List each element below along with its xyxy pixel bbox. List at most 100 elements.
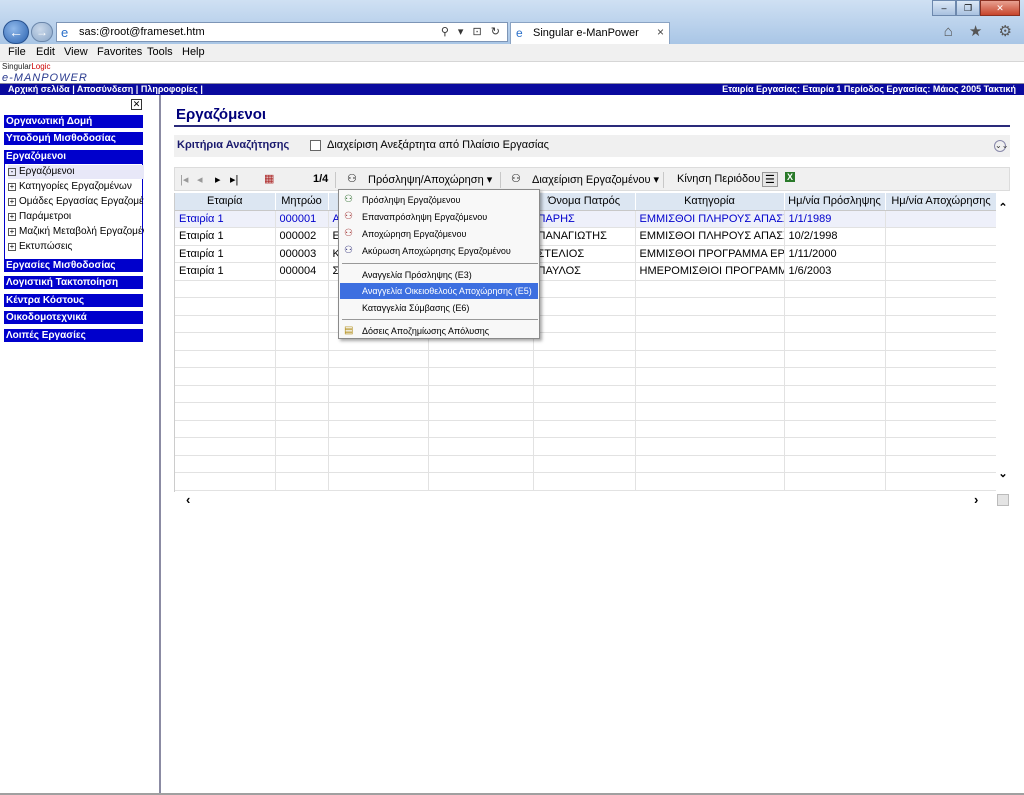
table-header-row: Εταιρία Μητρώο Όνομα Πατρός Κατηγορία Ημ… <box>175 193 996 211</box>
menu-item-leave[interactable]: ⚇ Αποχώρηση Εργαζόμενου <box>340 226 538 242</box>
hire-leave-menu-button[interactable]: Πρόσληψη/Αποχώρηση ▾ <box>368 173 492 186</box>
forward-button[interactable]: → <box>31 22 53 42</box>
minimize-button[interactable]: – <box>932 0 956 16</box>
sidebar-close-icon[interactable]: ✕ <box>131 99 142 110</box>
scroll-right-icon[interactable]: › <box>974 492 978 507</box>
menu-help[interactable]: Help <box>182 46 205 58</box>
menu-item-hire[interactable]: ⚇ Πρόσληψη Εργαζόμενου <box>340 192 538 208</box>
table-row[interactable]: Εταιρία 1 000001 Α ΠΑΡΗΣ ΕΜΜΙΣΘΟΙ ΠΛΗΡΟΥΣ ΑΠ… <box>175 210 996 228</box>
maximize-button[interactable]: ❐ <box>956 0 980 16</box>
sidebar-section-cost-centers[interactable]: Κέντρα Κόστους <box>4 294 143 307</box>
menu-item-severance[interactable]: ▤ Δόσεις Αποζημίωσης Απόλυσης <box>340 323 538 339</box>
menu-item-cancel-leave[interactable]: ⚇ Ακύρωση Αποχώρησης Εργαζομένου <box>340 243 538 259</box>
table-row[interactable]: Εταιρία 1 000004 Σ ΠΑΥΛΟΣ ΗΜΕΡΟΜΙΣΘΙΟΙ ΠΡΟΓΡ… <box>175 262 996 281</box>
expand-icon[interactable]: + <box>8 243 16 251</box>
table-row[interactable] <box>175 332 996 351</box>
excel-export-icon[interactable]: X <box>785 172 796 182</box>
first-page-icon[interactable]: |◂ <box>180 173 188 186</box>
prev-page-icon[interactable]: ◂ <box>197 173 203 186</box>
table-row[interactable] <box>175 367 996 386</box>
calendar-icon[interactable]: ▦ <box>264 172 274 185</box>
period-list-icon[interactable]: ☰ <box>762 172 778 187</box>
column-header[interactable]: Εταιρία <box>175 193 276 211</box>
close-window-button[interactable]: ✕ <box>980 0 1020 16</box>
collapse-icon[interactable]: - <box>8 168 16 176</box>
sidebar-section-accounting[interactable]: Λογιστική Τακτοποίηση <box>4 276 143 289</box>
table-cell <box>328 385 429 403</box>
menu-edit[interactable]: Edit <box>36 46 55 58</box>
table-row[interactable]: Εταιρία 1 000002 Ε ΠΑΝΑΓΙΩΤΗΣ ΕΜΜΙΣΘΟΙ ΠΛΗΡΟ… <box>175 227 996 246</box>
table-row[interactable] <box>175 385 996 403</box>
sidebar-item-prints[interactable]: + Εκτυπώσεις <box>8 240 144 254</box>
menu-item-e6[interactable]: Καταγγελία Σύμβασης (Ε6) <box>340 300 538 316</box>
browser-tab[interactable]: e Singular e-ManPower × <box>510 22 670 44</box>
tab-close-icon[interactable]: × <box>657 25 664 39</box>
home-favorites-tools-icons[interactable]: ⌂ ★ ⚙ <box>944 22 1018 40</box>
sidebar-section-other[interactable]: Λοιπές Εργασίες <box>4 329 143 342</box>
vertical-scrollbar[interactable]: ⌃ ⌄ <box>996 193 1010 492</box>
table-row[interactable] <box>175 297 996 316</box>
table-row[interactable] <box>175 402 996 421</box>
sidebar-section-construction[interactable]: Οικοδομοτεχνικά <box>4 311 143 324</box>
table-cell: ΠΑΡΗΣ <box>533 210 636 228</box>
expand-icon[interactable]: + <box>8 183 16 191</box>
column-header[interactable]: Ημ/νία Αποχώρησης <box>885 193 996 211</box>
table-cell: Εταιρία 1 <box>175 245 276 263</box>
table-cell <box>428 385 534 403</box>
table-cell <box>784 472 886 491</box>
search-criteria-label[interactable]: Κριτήρια Αναζήτησης <box>177 139 289 151</box>
period-move-label[interactable]: Κίνηση Περιόδου <box>677 173 760 185</box>
sidebar-section-org[interactable]: Οργανωτική Δομή <box>4 115 143 128</box>
table-row[interactable] <box>175 472 996 491</box>
sidebar-item-mass-change[interactable]: +Μαζική Μεταβολή Εργαζομένων <box>8 225 144 239</box>
sidebar-item-employees[interactable]: - Εργαζόμενοι <box>8 165 144 179</box>
menu-item-e5[interactable]: Αναγγελία Οικειοθελούς Αποχώρησης (Ε5) <box>340 283 538 299</box>
menu-favorites[interactable]: Favorites <box>97 46 142 58</box>
menu-view[interactable]: View <box>64 46 88 58</box>
menu-item-label: Δόσεις Αποζημίωσης Απόλυσης <box>362 326 490 336</box>
table-row[interactable] <box>175 280 996 298</box>
address-text[interactable]: sas:@root@frameset.htm <box>79 26 205 38</box>
sidebar-item-parameters[interactable]: + Παράμετροι <box>8 210 144 224</box>
menu-tools[interactable]: Tools <box>147 46 173 58</box>
table-row[interactable]: Εταιρία 1 000003 Κ ΣΤΕΛΙΟΣ ΕΜΜΙΣΘΟΙ ΠΡΟΓΡΑΜΜ… <box>175 245 996 263</box>
column-header[interactable]: Όνομα Πατρός <box>533 193 636 211</box>
manage-employee-menu-button[interactable]: Διαχείριση Εργαζομένου ▾ <box>532 173 659 186</box>
table-cell <box>784 385 886 403</box>
column-header[interactable]: Ημ/νία Πρόσληψης <box>784 193 886 211</box>
expand-icon[interactable]: + <box>8 198 16 206</box>
menu-file[interactable]: File <box>8 46 26 58</box>
last-page-icon[interactable]: ▸| <box>230 173 238 186</box>
table-cell <box>635 297 785 316</box>
column-header[interactable]: Μητρώο <box>275 193 329 211</box>
table-row[interactable] <box>175 437 996 456</box>
column-header[interactable]: Κατηγορία <box>635 193 785 211</box>
table-row[interactable] <box>175 350 996 368</box>
address-bar[interactable]: e sas:@root@frameset.htm ⚲ ▾ ⊡ ↻ <box>56 22 508 42</box>
sidebar-item-work-groups[interactable]: +Ομάδες Εργασίας Εργαζομένων <box>8 195 144 209</box>
scroll-left-icon[interactable]: ‹ <box>186 492 190 507</box>
menu-item-rehire[interactable]: ⚇ Επαναπρόσληψη Εργαζόμενου <box>340 209 538 225</box>
ie-icon: e <box>516 26 523 40</box>
back-button[interactable]: ← <box>3 20 29 44</box>
table-row[interactable] <box>175 420 996 438</box>
menu-item-e3[interactable]: Αναγγελία Πρόσληψης (Ε3) <box>340 267 538 283</box>
sidebar-section-payroll-tasks[interactable]: Εργασίες Μισθοδοσίας <box>4 259 143 272</box>
table-cell <box>635 420 785 438</box>
top-links[interactable]: Αρχική σελίδα | Αποσύνδεση | Πληροφορίες… <box>8 84 203 94</box>
expand-icon[interactable]: + <box>8 213 16 221</box>
sidebar-section-employees[interactable]: Εργαζόμενοι <box>4 150 143 163</box>
sidebar-item-categories[interactable]: + Κατηγορίες Εργαζομένων <box>8 180 144 194</box>
collapse-criteria-icon[interactable]: ⌄⌄ <box>994 140 1008 152</box>
next-page-icon[interactable]: ▸ <box>215 173 221 186</box>
address-tools[interactable]: ⚲ ▾ ⊡ ↻ <box>441 25 503 38</box>
expand-icon[interactable]: + <box>8 228 16 236</box>
sidebar-section-payroll-infra[interactable]: Υποδομή Μισθοδοσίας <box>4 132 143 145</box>
scroll-down-icon[interactable]: ⌄ <box>996 467 1010 480</box>
scroll-up-icon[interactable]: ⌃ <box>996 201 1010 214</box>
table-row[interactable] <box>175 455 996 473</box>
horizontal-scrollbar[interactable]: ‹ › <box>174 492 996 508</box>
toolbar-separator <box>335 172 336 188</box>
independent-context-checkbox[interactable] <box>310 140 321 151</box>
table-row[interactable] <box>175 315 996 333</box>
